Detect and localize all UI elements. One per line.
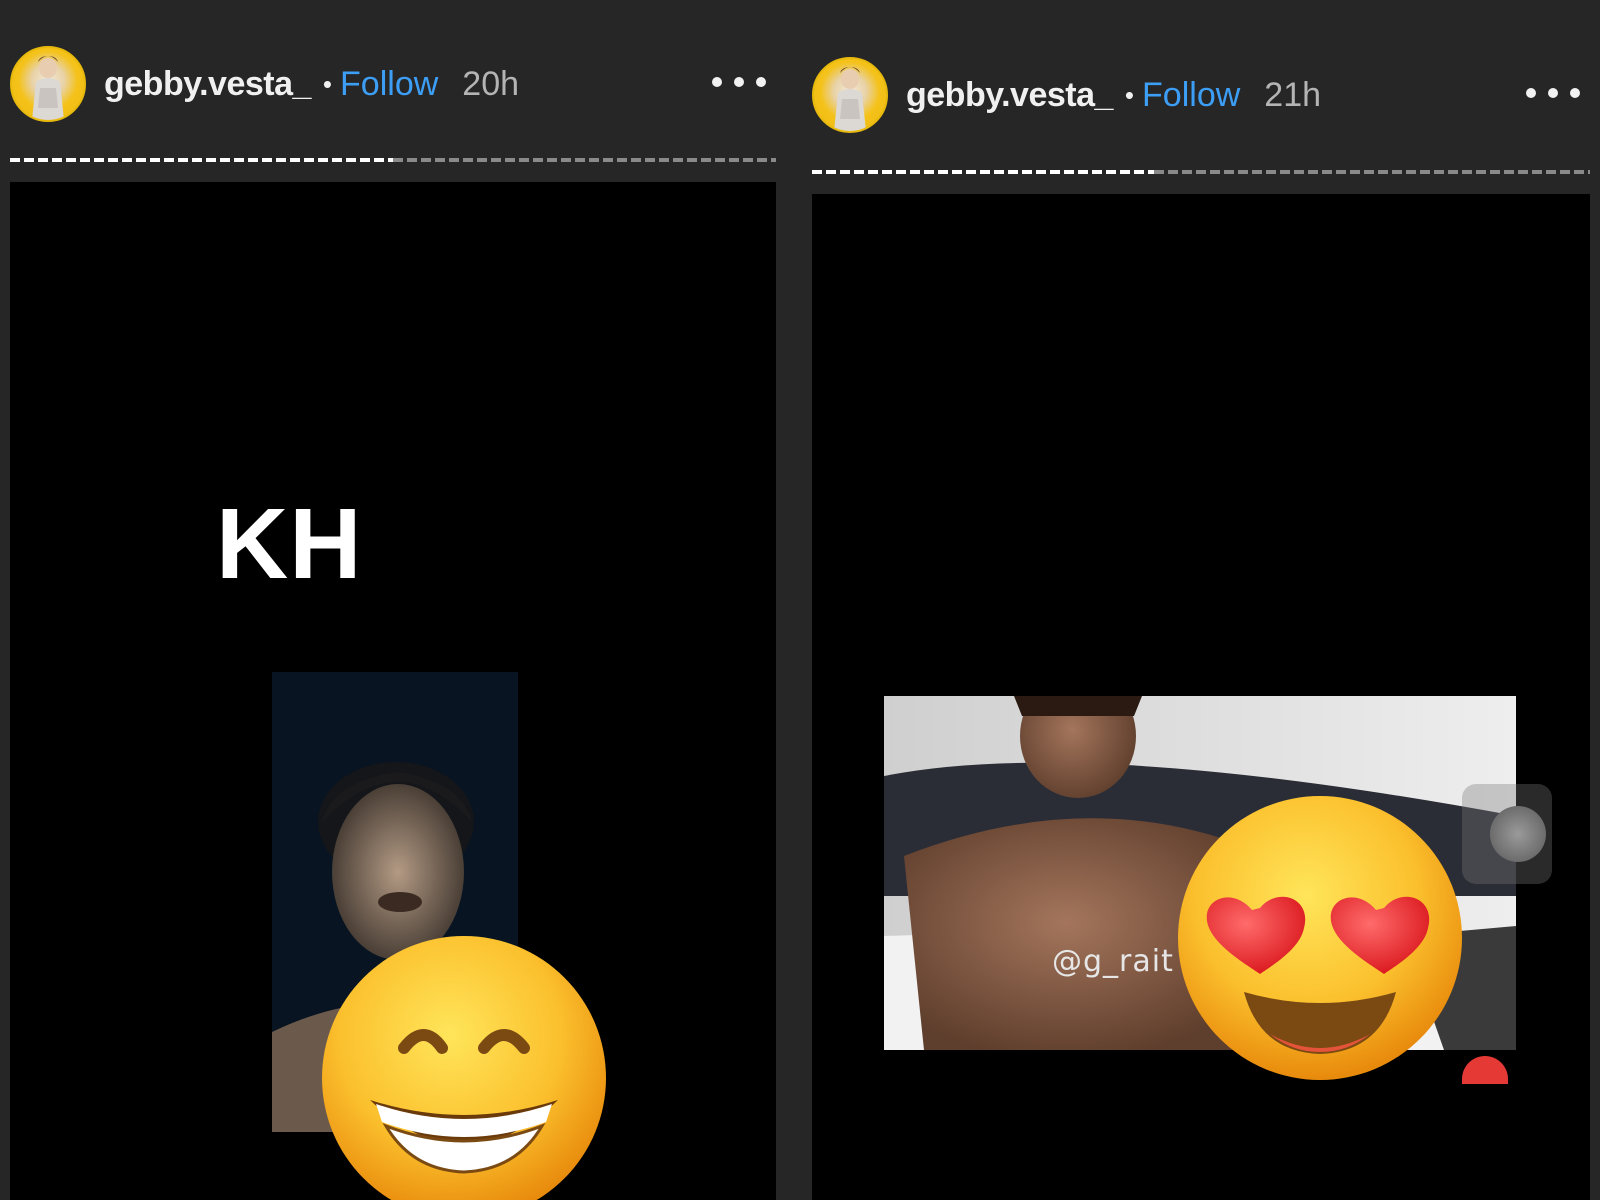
progress-remaining (1154, 170, 1590, 174)
timestamp: 20h (462, 64, 520, 103)
follow-button[interactable]: Follow (1142, 76, 1240, 115)
story-media[interactable]: @g_rait (812, 194, 1590, 1200)
record-circle-icon (1462, 784, 1552, 884)
video-handle-text: @g_rait (1052, 944, 1174, 979)
progress-filled (812, 170, 1155, 174)
more-options-icon[interactable] (1526, 73, 1580, 113)
story-media[interactable]: KH (10, 182, 776, 1200)
username[interactable]: gebby.vesta_ (104, 65, 311, 104)
follow-button[interactable]: Follow (340, 65, 438, 104)
story-overlay-text: KH (216, 488, 363, 600)
story-header: gebby.vesta_ • Follow 21h (802, 55, 1600, 135)
avatar[interactable] (812, 57, 888, 133)
progress-remaining (393, 158, 776, 162)
red-dot-icon (1462, 1056, 1508, 1084)
timestamp: 21h (1264, 75, 1322, 114)
story-progress-bar (10, 158, 776, 162)
separator-dot: • (322, 68, 333, 99)
story-panel-1: gebby.vesta_ • Follow 20h KH (0, 0, 786, 1200)
avatar[interactable] (10, 46, 86, 122)
heart-eyes-emoji-icon (1172, 790, 1468, 1086)
story-panel-2: gebby.vesta_ • Follow 21h @g_rait (802, 0, 1600, 1200)
separator-dot: • (1124, 79, 1135, 110)
grinning-face-emoji-icon (316, 930, 612, 1200)
more-options-icon[interactable] (712, 62, 766, 102)
progress-filled (10, 158, 393, 162)
story-header: gebby.vesta_ • Follow 20h (0, 44, 786, 124)
story-progress-bar (812, 170, 1590, 174)
username[interactable]: gebby.vesta_ (906, 76, 1113, 115)
